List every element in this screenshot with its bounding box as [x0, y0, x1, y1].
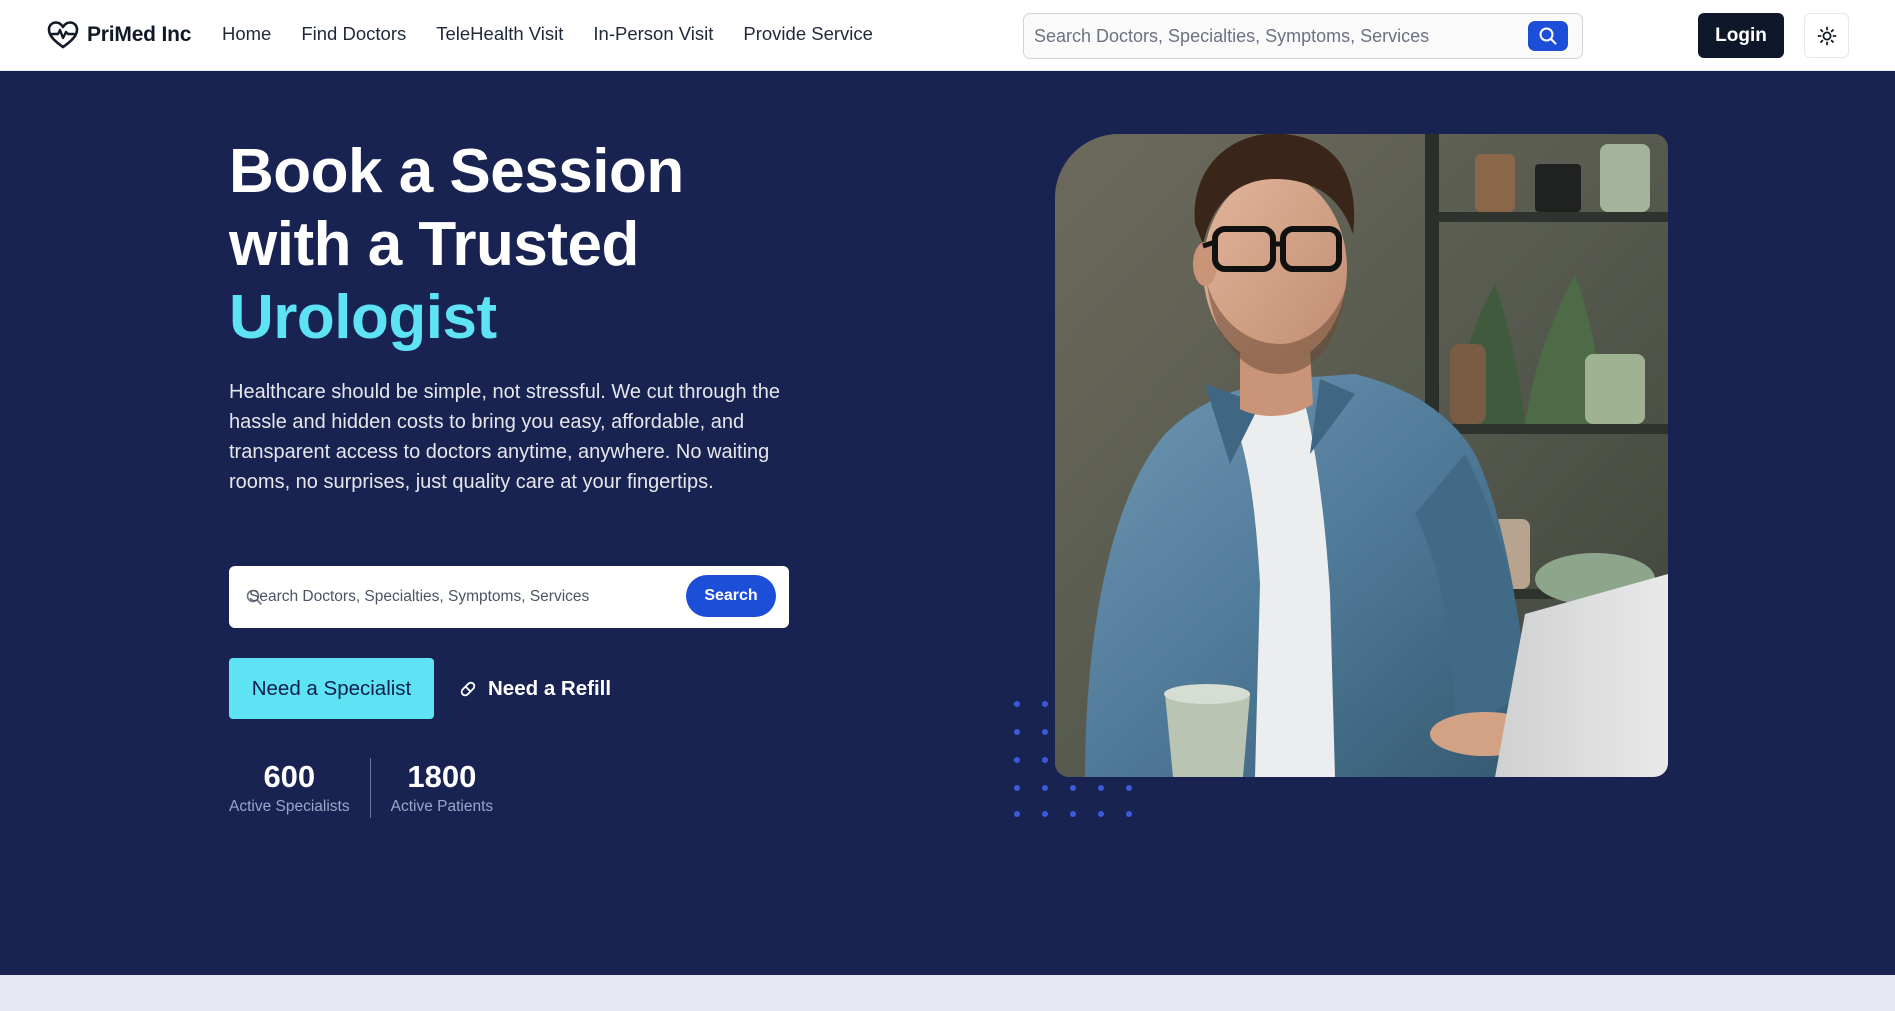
hero-search-bar: Search	[229, 566, 789, 628]
top-search-input[interactable]	[1034, 14, 1534, 58]
brand-logo[interactable]: PriMed Inc	[47, 20, 191, 50]
hero-search-input[interactable]	[249, 580, 689, 614]
hero-title: Book a Session with a Trusted Urologist	[229, 135, 929, 354]
hero-title-accent: Urologist	[229, 283, 497, 352]
stat-value: 1800	[407, 759, 477, 794]
nav-link-provide-service[interactable]: Provide Service	[743, 23, 873, 45]
hero-title-line-1: Book a Session	[229, 137, 684, 206]
hero-title-line-2: with a Trusted	[229, 210, 639, 279]
login-button[interactable]: Login	[1698, 13, 1784, 58]
hero-search-button[interactable]: Search	[686, 575, 776, 617]
man-with-laptop-image	[1055, 134, 1668, 777]
stat-divider	[369, 758, 371, 818]
stat-label: Active Patients	[390, 798, 494, 815]
top-search-bar	[1023, 13, 1583, 59]
hero-description: Healthcare should be simple, not stressf…	[229, 381, 781, 493]
next-section-band	[0, 975, 1895, 1011]
need-refill-label: Need a Refill	[488, 676, 612, 700]
nav-link-in-person-visit[interactable]: In-Person Visit	[593, 23, 713, 45]
nav-link-home[interactable]: Home	[222, 23, 271, 45]
stat-active-patients: 1800 Active Patients	[391, 758, 494, 820]
stat-active-specialists: 600 Active Specialists	[229, 758, 350, 820]
hero-photo	[1055, 134, 1668, 777]
nav-link-telehealth-visit[interactable]: TeleHealth Visit	[436, 23, 563, 45]
nav-link-find-doctors[interactable]: Find Doctors	[301, 23, 406, 45]
need-refill-button[interactable]: Need a Refill	[458, 658, 611, 719]
brand-name: PriMed Inc	[87, 23, 192, 46]
sun-icon	[1817, 26, 1836, 45]
need-specialist-button[interactable]: Need a Specialist	[229, 658, 434, 719]
search-icon	[1539, 27, 1557, 45]
heart-pulse-icon	[47, 21, 79, 49]
stat-label: Active Specialists	[229, 798, 350, 815]
top-search-button[interactable]	[1528, 21, 1568, 51]
stat-value: 600	[263, 759, 316, 794]
theme-toggle-button[interactable]	[1804, 13, 1849, 58]
top-navbar: PriMed Inc Home Find Doctors TeleHealth …	[0, 0, 1895, 71]
nav-links: Home Find Doctors TeleHealth Visit In-Pe…	[222, 23, 873, 45]
hero-stats: 600 Active Specialists 1800 Active Patie…	[229, 758, 493, 820]
pill-icon	[460, 681, 476, 696]
